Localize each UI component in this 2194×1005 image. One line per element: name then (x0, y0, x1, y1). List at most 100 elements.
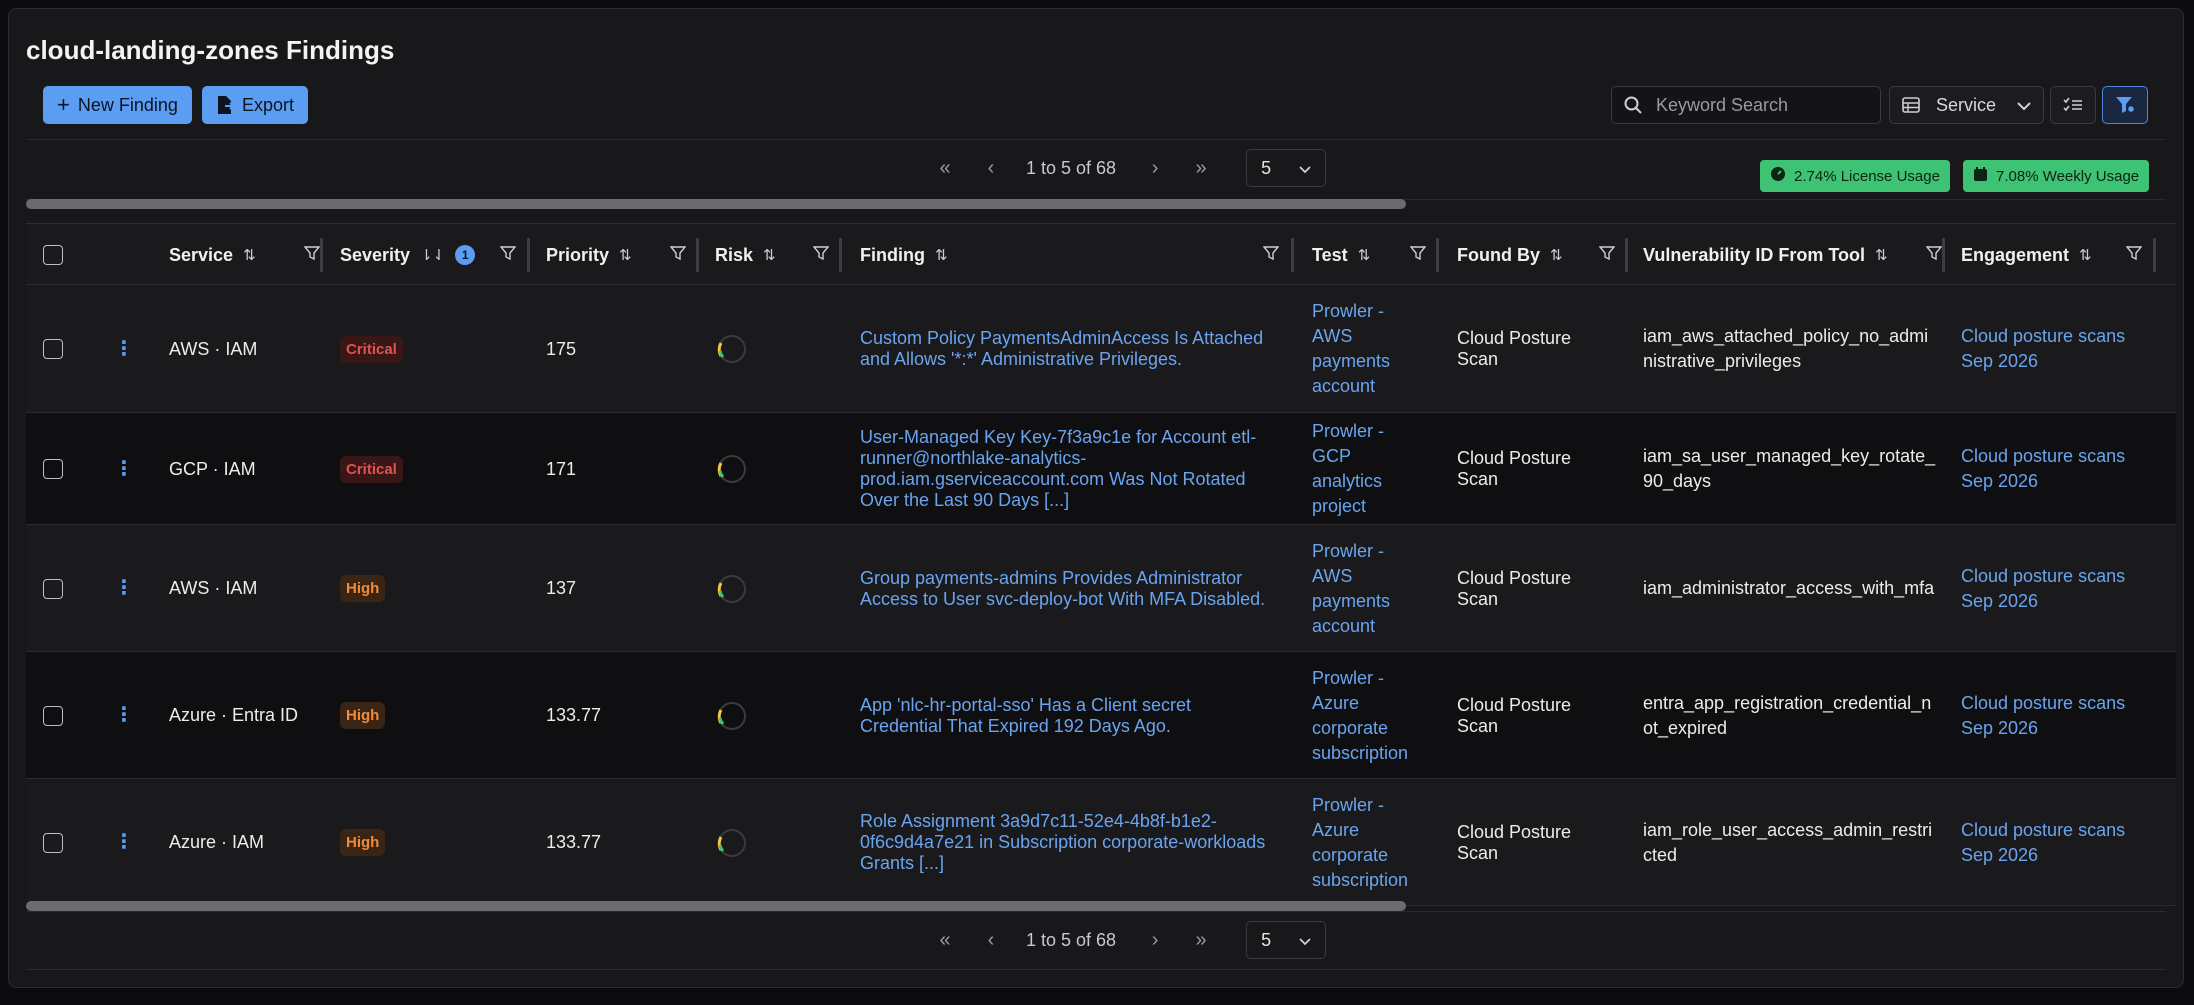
sort-icon[interactable]: ⇅ (763, 246, 776, 264)
sort-icon[interactable]: ⇅ (243, 246, 256, 264)
last-page-button[interactable]: » (1178, 929, 1224, 952)
finding-link[interactable]: Group payments-admins Provides Administr… (860, 568, 1270, 610)
column-resizer[interactable] (527, 238, 530, 272)
row-actions-icon[interactable]: ⋮ (114, 705, 134, 726)
engagement-link[interactable]: Cloud posture scans Sep 2026 (1961, 564, 2151, 614)
column-resizer[interactable] (1942, 238, 1945, 272)
row-actions-icon[interactable]: ⋮ (114, 458, 134, 480)
sort-icon[interactable]: ⇅ (1550, 246, 1563, 264)
page-size-select[interactable]: 5 (1246, 149, 1327, 187)
filter-icon[interactable] (2125, 245, 2143, 266)
risk-gauge-icon (717, 455, 746, 483)
service-cell: AWS · IAM (169, 578, 258, 598)
risk-gauge-icon (717, 828, 746, 857)
next-page-button[interactable]: › (1132, 157, 1178, 180)
table-row[interactable]: ⋮ Azure · IAM High 133.77 Role Assignmen… (26, 779, 2176, 906)
risk-gauge-icon (717, 574, 746, 603)
row-actions-icon[interactable]: ⋮ (114, 338, 134, 360)
filter-toggle-button[interactable] (2102, 86, 2148, 124)
search-input[interactable] (1656, 94, 1866, 116)
engagement-link[interactable]: Cloud posture scans Sep 2026 (1961, 691, 2151, 741)
test-link[interactable]: Prowler - AWS payments account (1312, 539, 1422, 639)
sort-icon[interactable]: ⇅ (619, 246, 632, 264)
engagement-link[interactable]: Cloud posture scans Sep 2026 (1961, 444, 2151, 494)
row-actions-icon[interactable]: ⋮ (114, 832, 134, 853)
service-select[interactable]: Service (1889, 86, 2044, 124)
last-page-button[interactable]: » (1178, 157, 1224, 180)
column-service[interactable]: Service ⇅ (169, 224, 334, 286)
table-row[interactable]: ⋮ GCP · IAM Critical 171 User-Managed Ke… (26, 413, 2176, 525)
column-risk-label: Risk (715, 244, 754, 265)
column-resizer[interactable] (1291, 238, 1294, 272)
filter-icon[interactable] (303, 245, 321, 266)
test-link[interactable]: Prowler - AWS payments account (1312, 299, 1422, 399)
sort-icon[interactable]: ⇅ (1875, 246, 1888, 264)
sort-icon[interactable]: ⇅ (2079, 246, 2092, 264)
column-found-by[interactable]: Found By ⇅ (1457, 224, 1629, 286)
horizontal-scrollbar-top[interactable] (26, 199, 1406, 209)
table-row[interactable]: ⋮ Azure · Entra ID High 133.77 App 'nlc-… (26, 652, 2176, 779)
column-engagement[interactable]: Engagement ⇅ (1961, 224, 2156, 286)
finding-link[interactable]: Custom Policy PaymentsAdminAccess Is Att… (860, 328, 1270, 370)
filter-icon[interactable] (1925, 245, 1943, 266)
row-checkbox[interactable] (43, 339, 63, 359)
engagement-link[interactable]: Cloud posture scans Sep 2026 (1961, 324, 2151, 374)
column-list-button[interactable] (2050, 86, 2096, 124)
table-row[interactable]: ⋮ AWS · IAM High 137 Group payments-admi… (26, 525, 2176, 652)
row-checkbox[interactable] (43, 832, 63, 853)
column-resizer[interactable] (1625, 238, 1628, 272)
chevron-down-icon (2017, 95, 2031, 116)
column-finding[interactable]: Finding ⇅ (860, 224, 1293, 286)
table-row[interactable]: ⋮ AWS · IAM Critical 175 Custom Policy P… (26, 285, 2176, 413)
divider (26, 139, 2166, 140)
column-service-label: Service (169, 244, 234, 265)
priority-cell: 175 (546, 338, 577, 359)
select-all-checkbox[interactable] (43, 245, 63, 265)
row-checkbox[interactable] (43, 705, 63, 726)
page-size-select[interactable]: 5 (1246, 921, 1327, 959)
column-priority[interactable]: Priority ⇅ (546, 224, 700, 286)
test-link[interactable]: Prowler - Azure corporate subscription (1312, 793, 1422, 893)
row-checkbox[interactable] (43, 578, 63, 599)
filter-icon[interactable] (1598, 245, 1616, 266)
horizontal-scrollbar-bottom[interactable] (26, 901, 1406, 911)
column-resizer[interactable] (2153, 238, 2156, 272)
test-link[interactable]: Prowler - GCP analytics project (1312, 419, 1422, 519)
license-usage-badge: 2.74% License Usage (1760, 160, 1950, 192)
sort-desc-icon[interactable]: ⇂⇃ (420, 246, 445, 264)
table-icon (1902, 97, 1920, 113)
next-page-button[interactable]: › (1132, 929, 1178, 952)
sort-icon[interactable]: ⇅ (1358, 246, 1371, 264)
prev-page-button[interactable]: ‹ (968, 157, 1014, 180)
column-severity[interactable]: Severity ⇂⇃ 1 (340, 224, 530, 286)
finding-link[interactable]: App 'nlc-hr-portal-sso' Has a Client sec… (860, 695, 1270, 737)
engagement-link[interactable]: Cloud posture scans Sep 2026 (1961, 818, 2151, 868)
sort-icon[interactable]: ⇅ (935, 246, 948, 264)
column-resizer[interactable] (320, 238, 323, 272)
first-page-button[interactable]: « (922, 157, 968, 180)
filter-icon[interactable] (499, 245, 517, 266)
column-resizer[interactable] (839, 238, 842, 272)
filter-icon[interactable] (669, 245, 687, 266)
column-resizer[interactable] (696, 238, 699, 272)
new-finding-button[interactable]: + New Finding (43, 86, 192, 124)
severity-badge: High (340, 702, 386, 729)
column-vulnerability-id[interactable]: Vulnerability ID From Tool ⇅ (1643, 224, 1956, 286)
finding-link[interactable]: User-Managed Key Key-7f3a9c1e for Accoun… (860, 427, 1270, 511)
test-link[interactable]: Prowler - Azure corporate subscription (1312, 666, 1422, 766)
finding-link[interactable]: Role Assignment 3a9d7c11-52e4-4b8f-b1e2-… (860, 811, 1270, 874)
column-risk[interactable]: Risk ⇅ (715, 224, 843, 286)
checklist-icon (2063, 97, 2082, 112)
filter-icon[interactable] (1262, 245, 1280, 266)
prev-page-button[interactable]: ‹ (968, 929, 1014, 952)
vulnerability-id-cell: iam_sa_user_managed_key_rotate_90_days (1643, 446, 1936, 491)
keyword-search[interactable] (1611, 86, 1881, 124)
export-button[interactable]: Export (202, 86, 309, 124)
column-resizer[interactable] (1436, 238, 1439, 272)
filter-icon[interactable] (1409, 245, 1427, 266)
row-checkbox[interactable] (43, 459, 63, 479)
column-test[interactable]: Test ⇅ (1312, 224, 1440, 286)
filter-icon[interactable] (812, 245, 830, 266)
first-page-button[interactable]: « (922, 929, 968, 952)
row-actions-icon[interactable]: ⋮ (114, 578, 134, 599)
